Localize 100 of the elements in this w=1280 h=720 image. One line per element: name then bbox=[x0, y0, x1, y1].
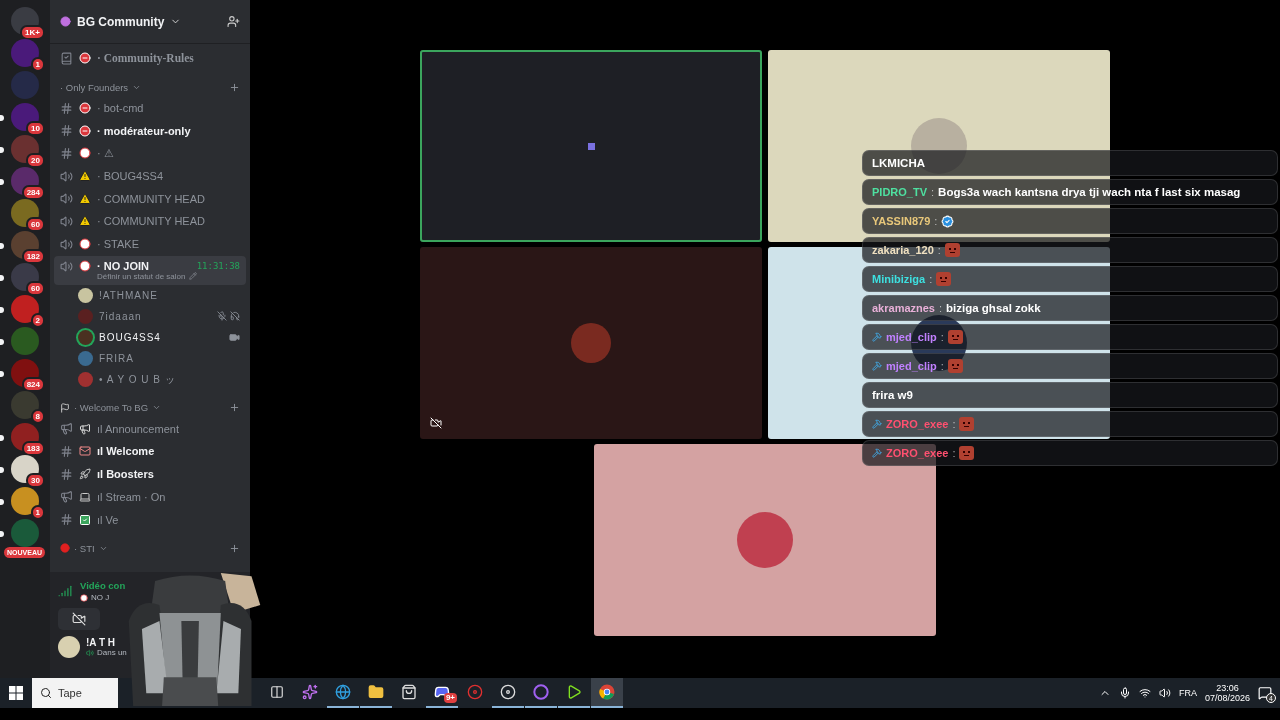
channel-item[interactable]: · COMMUNITY HEAD bbox=[54, 187, 246, 211]
user-name: !ATHMANE bbox=[99, 289, 158, 301]
count-badge: 824 bbox=[21, 377, 45, 392]
channel-name: ıl Announcement bbox=[97, 422, 179, 435]
channel-item[interactable]: · NO JOIN 11:31:38 Définir un statut de salon bbox=[54, 255, 246, 285]
folder-icon bbox=[368, 684, 384, 700]
hash-icon bbox=[60, 513, 73, 527]
voice-user[interactable]: FRIRA bbox=[54, 348, 246, 370]
chrome-icon bbox=[599, 684, 615, 700]
chat-username: mjed_clip bbox=[886, 331, 937, 343]
separator: : bbox=[931, 186, 935, 198]
server-name[interactable]: BG Community bbox=[77, 14, 165, 29]
category-header[interactable]: · Only Founders bbox=[54, 77, 246, 97]
windows-icon bbox=[9, 686, 23, 700]
channel-item[interactable]: · BOUG4SS4 bbox=[54, 164, 246, 188]
server-icon[interactable] bbox=[11, 103, 39, 131]
chat-username: PIDRO_TV bbox=[872, 186, 927, 198]
voice-user[interactable]: BOUG4SS4 bbox=[54, 326, 246, 349]
avatar bbox=[571, 323, 611, 363]
count-badge: 30 bbox=[26, 473, 45, 488]
voice-user[interactable]: • A Y O U B ッ bbox=[54, 369, 246, 391]
user-status: Dans un bbox=[97, 648, 127, 657]
channel-item[interactable]: · bot-cmd bbox=[54, 96, 246, 120]
headphone-off-icon bbox=[230, 311, 240, 322]
channel-item[interactable]: · modérateur-only bbox=[54, 119, 246, 143]
category-header[interactable]: · STI bbox=[54, 538, 246, 558]
category-header[interactable]: · Welcome To BG bbox=[54, 398, 246, 418]
taskbar-app[interactable] bbox=[591, 678, 623, 708]
add-channel-icon[interactable] bbox=[229, 542, 240, 554]
message-icon bbox=[1258, 686, 1272, 700]
separator: : bbox=[952, 447, 956, 459]
server-icon[interactable] bbox=[11, 487, 39, 515]
search-field[interactable]: Tape bbox=[32, 678, 118, 708]
channel-name: ıl Boosters bbox=[97, 468, 154, 481]
add-channel-icon[interactable] bbox=[229, 81, 240, 93]
chat-username: akramaznes bbox=[872, 302, 935, 314]
add-channel-icon[interactable] bbox=[229, 402, 240, 414]
channel-item[interactable]: ıl Stream · On bbox=[54, 485, 246, 509]
channel-name: ıl Ve bbox=[97, 513, 119, 526]
camera-off-button[interactable] bbox=[58, 608, 100, 630]
taskbar-app[interactable]: 9+ bbox=[426, 678, 458, 708]
user-name: !A T H bbox=[86, 637, 117, 648]
megaphone-icon bbox=[60, 490, 73, 504]
count-badge: 1 bbox=[30, 505, 45, 520]
chat-username: Minibiziga bbox=[872, 273, 926, 285]
channel-item[interactable]: · STAKE bbox=[54, 232, 246, 256]
square-icon bbox=[587, 142, 595, 150]
connected-channel: NO J bbox=[91, 593, 110, 602]
speaker-icon bbox=[60, 214, 73, 228]
globe-icon bbox=[335, 684, 351, 700]
speaker-icon bbox=[86, 648, 94, 657]
channel-item[interactable]: ıl Ve bbox=[54, 508, 246, 531]
channel-item[interactable]: · Community-Rules bbox=[54, 47, 246, 70]
signal-icon bbox=[58, 584, 72, 598]
invite-icon[interactable] bbox=[227, 15, 240, 28]
channel-item[interactable]: ıl Welcome bbox=[54, 440, 246, 463]
chat-text: Bogs3a wach kantsna drya tji wach nta f last six masag bbox=[938, 186, 1241, 198]
sparkle-icon bbox=[302, 684, 318, 700]
speaker-icon bbox=[60, 259, 73, 273]
hash-icon bbox=[60, 124, 73, 138]
server-icon[interactable] bbox=[11, 135, 39, 163]
ring-icon bbox=[533, 684, 549, 700]
category-name: · Welcome To BG bbox=[74, 402, 149, 414]
voice-user[interactable]: !ATHMANE bbox=[54, 284, 246, 306]
wifi-icon[interactable] bbox=[1138, 687, 1151, 699]
chat-username: ZORO_exee bbox=[886, 447, 949, 459]
channel-item[interactable]: · COMMUNITY HEAD bbox=[54, 210, 246, 233]
channel-name: ıl Welcome bbox=[97, 445, 155, 458]
clock[interactable]: 23:06 07/08/2026 bbox=[1204, 683, 1250, 703]
language-indicator[interactable]: FRA bbox=[1178, 688, 1197, 698]
clock-date: 07/08/2026 bbox=[1204, 693, 1250, 703]
voice-user[interactable]: 7idaaan bbox=[54, 305, 246, 327]
mic-icon[interactable] bbox=[1118, 687, 1131, 699]
connection-status: Vidéo con bbox=[80, 580, 126, 591]
channel-name: · Community-Rules bbox=[97, 52, 194, 65]
channel-name: · COMMUNITY HEAD bbox=[97, 215, 205, 228]
channel-name: · modérateur-only bbox=[97, 124, 191, 137]
count-badge: 60 bbox=[26, 217, 45, 232]
rules-icon bbox=[60, 51, 73, 65]
channel-item[interactable]: ıl Boosters bbox=[54, 462, 246, 486]
count-badge: 8 bbox=[30, 409, 45, 424]
avatar bbox=[58, 636, 80, 658]
chat-username: YASSIN879 bbox=[872, 215, 931, 227]
volume-icon[interactable] bbox=[1158, 687, 1171, 699]
category-name: · STI bbox=[74, 542, 95, 554]
hash-icon bbox=[60, 146, 73, 160]
speaker-icon bbox=[60, 192, 73, 206]
user-name: FRIRA bbox=[99, 353, 134, 365]
separator: : bbox=[937, 244, 941, 256]
task-view-icon bbox=[270, 685, 284, 699]
megaphone-icon bbox=[60, 422, 73, 436]
channel-item[interactable]: ıl Announcement bbox=[54, 417, 246, 441]
channel-name: ıl Stream · On bbox=[97, 490, 166, 503]
channel-name: · bot-cmd bbox=[97, 102, 144, 115]
speaker-icon bbox=[60, 237, 73, 251]
user-name: BOUG4SS4 bbox=[99, 331, 161, 343]
channel-item[interactable]: · ⚠ bbox=[54, 142, 246, 165]
search-icon bbox=[40, 687, 52, 699]
channel-name: · STAKE bbox=[97, 238, 139, 251]
count-badge: 60 bbox=[26, 281, 45, 296]
